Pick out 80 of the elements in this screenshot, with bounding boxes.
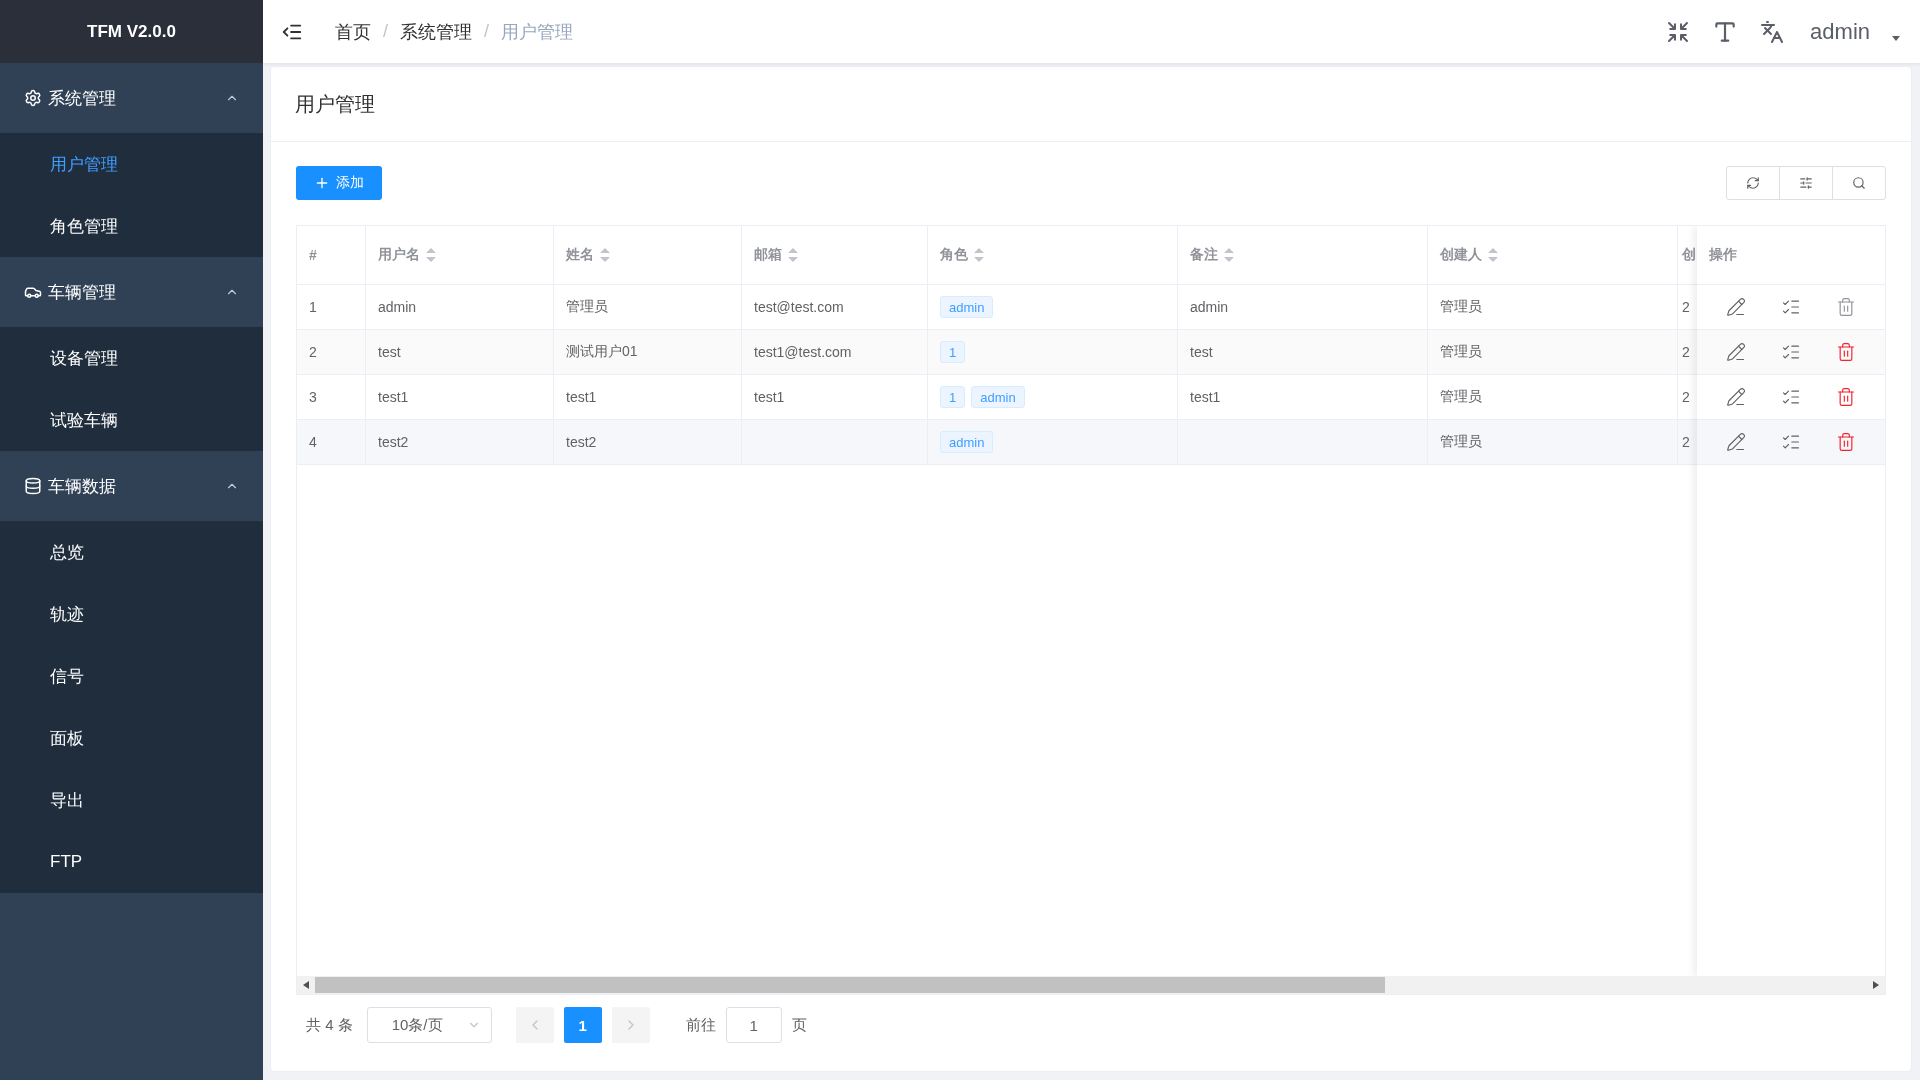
pencil-icon bbox=[1726, 297, 1747, 317]
table-cell: test1 bbox=[1178, 375, 1428, 420]
edit-button[interactable] bbox=[1726, 297, 1747, 317]
table-cell: test1@test.com bbox=[742, 330, 928, 375]
pencil-icon bbox=[1726, 387, 1747, 407]
horizontal-scrollbar[interactable] bbox=[297, 976, 1885, 994]
menu-item[interactable]: 用户管理 bbox=[0, 133, 263, 195]
pencil-icon bbox=[1726, 342, 1747, 362]
role-tag: admin bbox=[971, 386, 1025, 408]
scroll-right-icon[interactable] bbox=[1873, 981, 1879, 989]
table-cell: 管理员 bbox=[554, 285, 742, 330]
app-logo: TFM V2.0.0 bbox=[0, 0, 263, 63]
trash-icon bbox=[1835, 297, 1856, 317]
gear-icon bbox=[24, 89, 42, 107]
translate-icon[interactable] bbox=[1760, 19, 1785, 44]
table-cell: 2 bbox=[297, 330, 366, 375]
page-suffix: 页 bbox=[791, 1015, 807, 1035]
delete-button[interactable] bbox=[1835, 342, 1856, 362]
role-tag: admin bbox=[940, 431, 994, 453]
table-cell: 管理员 bbox=[1428, 375, 1678, 420]
sliders-icon bbox=[1799, 176, 1813, 190]
goto-label: 前往 bbox=[685, 1015, 716, 1035]
table-cell: test1 bbox=[742, 375, 928, 420]
table-cell: 管理员 bbox=[1428, 420, 1678, 465]
trash-icon bbox=[1835, 387, 1856, 407]
table-cell: test2 bbox=[554, 420, 742, 465]
table-cell: test bbox=[366, 330, 554, 375]
table-cell: 4 bbox=[297, 420, 366, 465]
plus-icon bbox=[314, 175, 330, 191]
table-cell: test1 bbox=[366, 375, 554, 420]
database-icon bbox=[24, 477, 42, 495]
trash-icon bbox=[1835, 432, 1856, 452]
menu-item[interactable]: 轨迹 bbox=[0, 583, 263, 645]
table-cell: 1 bbox=[297, 285, 366, 330]
role-tag: 1 bbox=[940, 341, 966, 363]
menu-item[interactable]: 设备管理 bbox=[0, 327, 263, 389]
role-tag: admin bbox=[940, 296, 994, 318]
refresh-button[interactable] bbox=[1726, 166, 1780, 200]
delete-button[interactable] bbox=[1835, 387, 1856, 407]
trash-icon bbox=[1835, 342, 1856, 362]
table-cell: admin bbox=[1178, 285, 1428, 330]
user-menu[interactable]: admin bbox=[1810, 18, 1870, 45]
table-cell: test bbox=[1178, 330, 1428, 375]
breadcrumb-link[interactable]: 首页 bbox=[335, 19, 371, 44]
total-count: 共 4 条 bbox=[306, 1015, 353, 1035]
role-tag: 1 bbox=[940, 386, 966, 408]
menu-item[interactable]: FTP bbox=[0, 831, 263, 893]
table-cell: 3 bbox=[297, 375, 366, 420]
edit-button[interactable] bbox=[1726, 342, 1747, 362]
edit-button[interactable] bbox=[1726, 432, 1747, 452]
table-cell: test2 bbox=[366, 420, 554, 465]
table-cell: 管理员 bbox=[1428, 330, 1678, 375]
menu-item[interactable]: 面板 bbox=[0, 707, 263, 769]
menu-item[interactable]: 信号 bbox=[0, 645, 263, 707]
pencil-icon bbox=[1726, 432, 1747, 452]
breadcrumb-separator: / bbox=[484, 21, 490, 42]
breadcrumb-separator: / bbox=[383, 21, 388, 42]
columns-button[interactable] bbox=[1779, 166, 1833, 200]
delete-button[interactable] bbox=[1835, 432, 1856, 452]
menu-item[interactable]: 导出 bbox=[0, 769, 263, 831]
table-cell: 测试用户01 bbox=[554, 330, 742, 375]
goto-page-field[interactable]: 1 bbox=[725, 1007, 782, 1043]
page-title: 用户管理 bbox=[271, 67, 1911, 142]
breadcrumb-link[interactable]: 系统管理 bbox=[400, 19, 472, 44]
table-cell: 2 bbox=[1678, 420, 1697, 465]
caret-icon[interactable] bbox=[1892, 36, 1900, 41]
table-cell: 2 bbox=[1678, 330, 1697, 375]
table-cell: 管理员 bbox=[1428, 285, 1678, 330]
table-cell: test@test.com bbox=[742, 285, 928, 330]
menu-item[interactable]: 总览 bbox=[0, 521, 263, 583]
scroll-left-icon[interactable] bbox=[303, 981, 309, 989]
menu-item[interactable]: 试验车辆 bbox=[0, 389, 263, 451]
page-size-select[interactable]: 10条/页 bbox=[366, 1007, 492, 1043]
table-cell: admin bbox=[366, 285, 554, 330]
refresh-icon bbox=[1746, 176, 1760, 190]
menu-item[interactable]: 角色管理 bbox=[0, 195, 263, 257]
search-icon bbox=[1852, 176, 1866, 190]
edit-button[interactable] bbox=[1726, 387, 1747, 407]
exit-fullscreen-icon[interactable] bbox=[1666, 19, 1691, 44]
table-cell: test1 bbox=[554, 375, 742, 420]
